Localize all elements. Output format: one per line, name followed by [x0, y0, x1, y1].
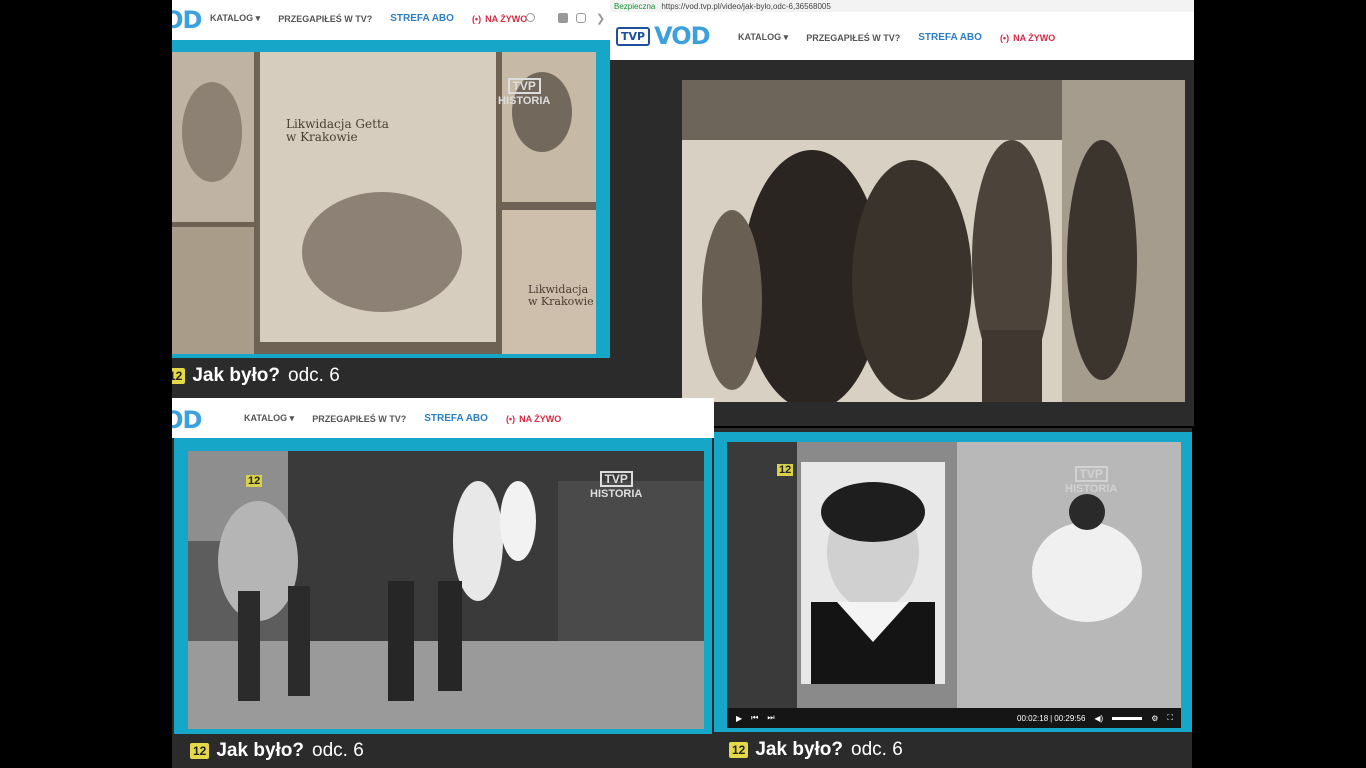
tvp-logo: TVP: [616, 26, 651, 46]
volume-slider[interactable]: [1112, 716, 1143, 720]
nav-przegapiles[interactable]: PRZEGAPIŁEŚ W TV?: [806, 33, 900, 43]
nav-przegapiles[interactable]: PRZEGAPIŁEŚ W TV?: [312, 414, 406, 424]
age-rating-badge: 12: [190, 743, 210, 759]
panel-bottom-right: 12 TVP HISTORIA ▶ ⏮ ⏭ 00:02:18 | 00:29:56…: [714, 428, 1192, 768]
time-current: 00:02:18: [1017, 713, 1049, 723]
episode-label: odc. 6: [288, 365, 340, 386]
prev-icon[interactable]: ⏮: [751, 713, 758, 723]
vod-logo[interactable]: VOD: [172, 406, 202, 434]
age-rating-overlay: 12: [246, 475, 263, 487]
photo-image: [682, 80, 1185, 402]
episode-label: odc. 6: [312, 740, 364, 761]
panel-top-right: Bezpieczna https://vod.tvp.pl/video/jak-…: [610, 0, 1194, 426]
nav-na-zywo[interactable]: (•) NA ŻYWO: [472, 14, 527, 24]
episode-title-bar: 12 Jak było? odc. 6: [714, 732, 1192, 768]
player-frame: 12 TVP HISTORIA ▶ ⏮ ⏭ 00:02:18 | 00:29:56…: [714, 432, 1192, 732]
caption-side: Likwidacja w Krakowie: [528, 283, 594, 308]
tvp-vod-logo[interactable]: TVP VOD: [616, 22, 711, 50]
fullscreen-icon[interactable]: ⛶: [1167, 713, 1173, 723]
nav-na-zywo[interactable]: (•) NA ŻYWO: [506, 414, 561, 424]
tvp-historia-watermark: TVP HISTORIA: [590, 471, 643, 500]
nav-katalog[interactable]: KATALOG ▾: [210, 13, 260, 24]
vod-logo[interactable]: VOD: [172, 6, 202, 34]
video-burning-street[interactable]: 12 TVP HISTORIA: [188, 451, 704, 729]
main-nav: KATALOG ▾ PRZEGAPIŁEŚ W TV? STREFA ABO (…: [210, 13, 545, 24]
nav-strefa-abo[interactable]: STREFA ABO: [390, 13, 454, 24]
caption-main: Likwidacja Getta w Krakowie: [286, 117, 389, 144]
panel-top-left: VOD KATALOG ▾ PRZEGAPIŁEŚ W TV? STREFA A…: [172, 0, 610, 398]
player-frame: 12 TVP HISTORIA: [174, 438, 712, 734]
url-text[interactable]: https://vod.tvp.pl/video/jak-bylo,odc-6,…: [661, 2, 830, 11]
site-header: VOD KATALOG ▾ PRZEGAPIŁEŚ W TV? STREFA A…: [172, 398, 714, 438]
player-frame: Likwidacja Getta w Krakowie Likwidacja w…: [172, 40, 610, 358]
nav-katalog[interactable]: KATALOG ▾: [738, 32, 788, 43]
main-nav: KATALOG ▾ PRZEGAPIŁEŚ W TV? STREFA ABO (…: [738, 32, 1073, 43]
browser-url-bar[interactable]: Bezpieczna https://vod.tvp.pl/video/jak-…: [610, 0, 1194, 12]
age-rating-overlay: 12: [777, 464, 794, 476]
age-rating-badge: 12: [172, 368, 186, 384]
main-nav: KATALOG ▾ PRZEGAPIŁEŚ W TV? STREFA ABO (…: [244, 413, 579, 424]
next-icon[interactable]: ⏭: [767, 713, 774, 723]
settings-icon[interactable]: ⚙: [1151, 714, 1158, 723]
video-collage-ghetto[interactable]: Likwidacja Getta w Krakowie Likwidacja w…: [172, 52, 596, 354]
episode-title-bar: 12 Jak było? odc. 6: [172, 358, 610, 394]
show-title[interactable]: Jak było?: [192, 365, 280, 387]
age-rating-badge: 12: [729, 742, 749, 758]
secure-label: Bezpieczna: [614, 1, 656, 11]
twitter-icon[interactable]: ❯: [596, 12, 605, 25]
site-header: TVP VOD KATALOG ▾ PRZEGAPIŁEŚ W TV? STRE…: [610, 12, 1194, 60]
instagram-icon[interactable]: [576, 13, 586, 23]
episode-label: odc. 6: [851, 739, 903, 760]
tvp-historia-watermark: TVP HISTORIA: [1065, 466, 1118, 495]
nav-katalog[interactable]: KATALOG ▾: [244, 413, 294, 424]
time-total: 00:29:56: [1054, 713, 1086, 723]
live-icon: (•): [999, 32, 1010, 43]
play-icon[interactable]: ▶: [736, 714, 742, 723]
show-title[interactable]: Jak było?: [755, 739, 843, 761]
live-icon: (•): [505, 413, 516, 424]
nav-przegapiles[interactable]: PRZEGAPIŁEŚ W TV?: [278, 14, 372, 24]
nav-strefa-abo[interactable]: STREFA ABO: [424, 413, 488, 424]
video-photo-ghetto-surrender[interactable]: [682, 80, 1185, 402]
nav-strefa-abo[interactable]: STREFA ABO: [918, 32, 982, 43]
nav-na-zywo[interactable]: (•) NA ŻYWO: [1000, 33, 1055, 43]
player-controls: ▶ ⏮ ⏭ 00:02:18 | 00:29:56 ◀) ⚙ ⛶: [727, 708, 1181, 728]
episode-title-bar: 12 Jak było? odc. 6: [174, 734, 712, 768]
panel-bottom-left: VOD KATALOG ▾ PRZEGAPIŁEŚ W TV? STREFA A…: [172, 398, 714, 768]
search-icon[interactable]: [526, 13, 535, 22]
site-header: VOD KATALOG ▾ PRZEGAPIŁEŚ W TV? STREFA A…: [172, 0, 610, 40]
facebook-icon[interactable]: [558, 13, 568, 23]
live-icon: (•): [471, 13, 482, 24]
video-portrait-ruins[interactable]: 12 TVP HISTORIA ▶ ⏮ ⏭ 00:02:18 | 00:29:56…: [727, 442, 1181, 728]
show-title[interactable]: Jak było?: [216, 740, 304, 762]
volume-icon[interactable]: ◀): [1094, 714, 1103, 723]
tvp-historia-watermark: TVP HISTORIA: [498, 78, 551, 107]
